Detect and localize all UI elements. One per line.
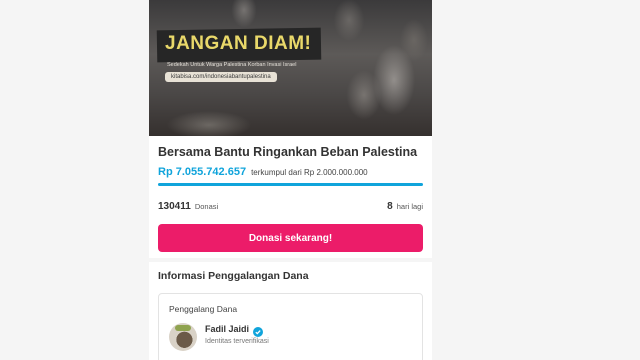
campaign-hero-image: JANGAN DIAM! Sedekah Untuk Warga Palesti… xyxy=(149,0,432,136)
hero-subline: Sedekah Untuk Warga Palestina Korban Inv… xyxy=(167,62,297,68)
progress-fill xyxy=(158,183,423,186)
fundraiser-box[interactable]: Penggalang Dana Fadil Jaidi Identitas te… xyxy=(158,293,423,360)
donation-count: 130411 xyxy=(158,201,191,212)
days-left: 8 xyxy=(387,201,393,212)
hero-url: kitabisa.com/indonesiabantupalestina xyxy=(165,72,277,82)
donate-now-button[interactable]: Donasi sekarang! xyxy=(158,224,423,252)
donation-count-label: Donasi xyxy=(194,202,219,211)
campaign-title: Bersama Bantu Ringankan Beban Palestina xyxy=(158,145,418,159)
section-title: Informasi Penggalangan Dana xyxy=(158,270,309,282)
progress-bar xyxy=(158,183,423,186)
fundraising-info-card: Informasi Penggalangan Dana Penggalang D… xyxy=(149,262,432,360)
page: JANGAN DIAM! Sedekah Untuk Warga Palesti… xyxy=(0,0,640,360)
amount-collected: Rp 7.055.742.657 xyxy=(158,166,247,178)
fundraiser-name: Fadil Jaidi xyxy=(205,324,250,334)
days-left-label: hari lagi xyxy=(396,202,423,211)
verified-badge-icon xyxy=(253,324,264,337)
avatar xyxy=(169,323,197,351)
campaign-card: JANGAN DIAM! Sedekah Untuk Warga Palesti… xyxy=(149,0,432,258)
target-amount: terkumpul dari Rp 2.000.000.000 xyxy=(251,168,368,177)
fundraiser-label: Penggalang Dana xyxy=(169,304,238,314)
fundraiser-status: Identitas terverifikasi xyxy=(205,338,269,345)
hero-headline: JANGAN DIAM! xyxy=(165,33,312,54)
